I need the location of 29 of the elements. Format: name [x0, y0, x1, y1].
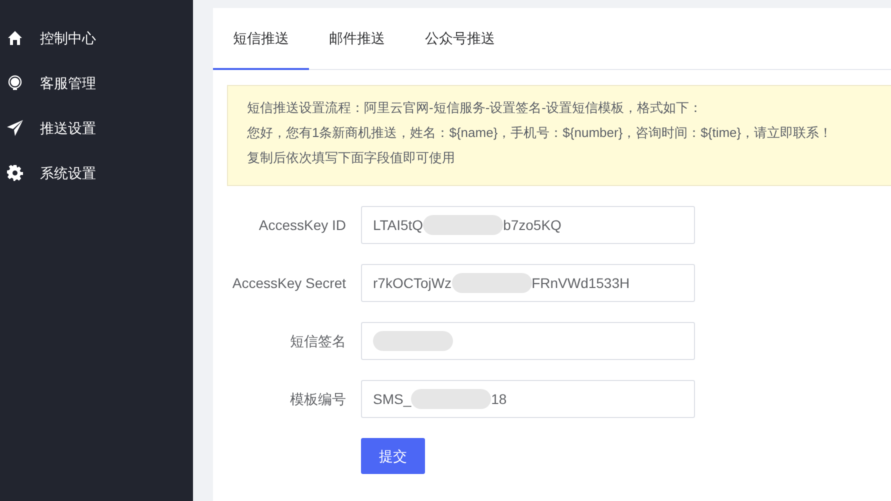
input-field[interactable]: LTAI5tQ b7zo5KQ	[361, 206, 695, 244]
settings-icon	[7, 165, 23, 181]
notice-text: 复制后依次填写下面字段值即可使用	[247, 149, 456, 167]
field-label: AccessKey ID	[258, 216, 347, 235]
tab[interactable]: 邮件推送	[309, 8, 405, 70]
sidebar-item[interactable]: 推送设置	[0, 117, 193, 139]
home-icon	[7, 30, 23, 46]
field-value: LTAI5tQ	[373, 216, 424, 235]
input-field[interactable]: SMS_ 18	[361, 380, 695, 418]
input-field[interactable]	[361, 322, 695, 360]
notice-text: 短信推送设置流程：阿里云官网-短信服务-设置签名-设置短信模板，格式如下：	[247, 99, 703, 117]
field-value: FRnVWd1533H	[532, 274, 630, 292]
field-value: SMS_	[373, 390, 412, 409]
field-value: r7kOCTojWz	[373, 274, 452, 293]
submit-button[interactable]: 提交	[361, 438, 425, 474]
tab[interactable]: 短信推送	[213, 8, 309, 70]
sidebar-item[interactable]: 客服管理	[0, 72, 193, 94]
tab[interactable]: 公众号推送	[405, 8, 515, 70]
field-value: b7zo5KQ	[503, 216, 562, 235]
field-label: 短信签名	[289, 332, 347, 350]
paper-plane-icon	[6, 119, 24, 137]
sidebar-item[interactable]: 控制中心	[0, 27, 193, 49]
notice-text: 您好，您有1条新商机推送，姓名：${name}，手机号：${number}，咨询时间：${time}，请立即联系！	[247, 124, 834, 142]
input-field[interactable]: r7kOCTojWz FRnVWd1533H	[361, 264, 695, 302]
field-label: 模板编号	[289, 390, 347, 408]
field-value: 18	[491, 390, 507, 408]
bulb-icon	[7, 75, 23, 91]
field-label: AccessKey Secret	[231, 274, 347, 293]
sidebar-item[interactable]: 系统设置	[0, 162, 193, 184]
